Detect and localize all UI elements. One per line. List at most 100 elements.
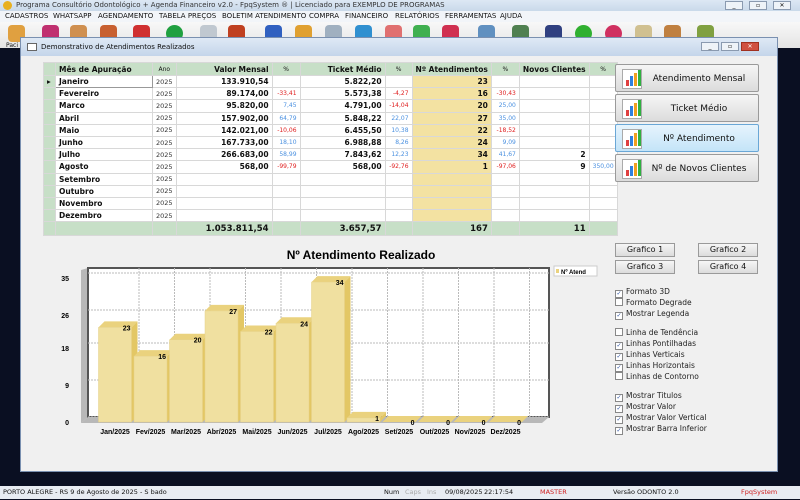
table-row[interactable]: ▸ Janeiro 2025 133.910,54 5.822,20 23 <box>43 74 618 89</box>
checkbox-checked-icon[interactable]: ✓ <box>615 364 623 372</box>
column-header[interactable]: % <box>588 62 618 76</box>
column-header[interactable]: Nº Atendimentos <box>411 62 492 76</box>
total-cell <box>271 221 301 237</box>
option-checkbox[interactable]: Linha de Tendência <box>615 328 698 338</box>
menu-bar: CADASTROS WHATSAPP AGENDAMENTO TABELA PR… <box>0 11 800 22</box>
option-label: Linhas de Contorno <box>626 372 699 381</box>
option-checkbox[interactable]: ✓ Mostrar Valor Vertical <box>615 413 706 424</box>
menu-boletim[interactable]: BOLETIM ATENDIMENTO <box>222 11 306 22</box>
grafico-4-button[interactable]: Grafico 4 <box>698 260 758 274</box>
table-row[interactable]: Julho 2025 266.683,00 58,99 7.843,62 12,23 34 4… <box>43 148 618 162</box>
restore-button[interactable]: ▫ <box>749 1 767 10</box>
chart-left-wall <box>81 268 88 423</box>
option-checkbox[interactable]: ✓ Mostrar Legenda <box>615 309 689 320</box>
minimize-button[interactable]: _ <box>725 1 743 10</box>
menu-ferramentas[interactable]: FERRAMENTAS <box>445 11 496 22</box>
column-header[interactable]: Valor Mensal <box>175 62 273 76</box>
app-icon <box>3 1 12 10</box>
table-cell: Julho <box>55 148 153 162</box>
table-row[interactable]: Outubro 2025 <box>43 184 618 198</box>
table-cell: Outubro <box>55 184 153 198</box>
option-checkbox[interactable]: ✓ Formato 3D <box>615 287 670 298</box>
checkbox-unchecked-icon[interactable] <box>615 372 623 380</box>
table-cell: 64,79 <box>271 111 301 125</box>
menu-compra[interactable]: COMPRA <box>309 11 339 22</box>
x-tick-label: Jul/2025 <box>314 429 342 436</box>
child-close-button[interactable]: ✕ <box>741 42 759 51</box>
table-row[interactable]: Maio 2025 142.021,00 -10,06 6.455,50 10,38 22-… <box>43 123 618 137</box>
checkbox-checked-icon[interactable]: ✓ <box>615 312 623 320</box>
option-checkbox[interactable]: ✓ Linhas Verticais <box>615 350 685 361</box>
column-header[interactable]: % <box>271 62 301 76</box>
child-maximize-button[interactable]: ▫ <box>721 42 739 51</box>
option-checkbox[interactable]: ✓ Mostrar Valor <box>615 402 676 413</box>
bar <box>240 331 274 423</box>
table-row[interactable]: Agosto 2025 568,00 -99,79 568,00 -92,76 1 -97,0… <box>43 160 618 174</box>
checkbox-checked-icon[interactable]: ✓ <box>615 405 623 413</box>
checkbox-checked-icon[interactable]: ✓ <box>615 427 623 435</box>
bar-top <box>347 411 386 418</box>
grafico-1-button[interactable]: Grafico 1 <box>615 243 675 257</box>
grafico-3-button[interactable]: Grafico 3 <box>615 260 675 274</box>
table-row[interactable]: Abril 2025 157.902,00 64,79 5.848,22 22,07 27 3… <box>43 111 618 125</box>
checkbox-checked-icon[interactable]: ✓ <box>615 416 623 424</box>
grafico-2-button[interactable]: Grafico 2 <box>698 243 758 257</box>
checkbox-checked-icon[interactable]: ✓ <box>615 342 623 350</box>
report-window: Demonstrativo de Atendimentos Realizados… <box>20 37 778 472</box>
checkbox-checked-icon[interactable]: ✓ <box>615 290 623 298</box>
column-header[interactable]: Ticket Médio <box>299 62 386 76</box>
table-cell <box>518 196 590 211</box>
table-row[interactable]: Marco 2025 95.820,00 7,45 4.791,00 -14,04 20 25… <box>43 99 618 113</box>
option-checkbox[interactable]: Linhas de Contorno <box>615 372 699 382</box>
option-checkbox[interactable]: Formato Degrade <box>615 298 692 308</box>
x-tick-label: Out/2025 <box>420 429 450 436</box>
checkbox-unchecked-icon[interactable] <box>615 328 623 336</box>
table-cell <box>384 209 413 223</box>
child-minimize-button[interactable]: _ <box>701 42 719 51</box>
bar-value-label: 0 <box>482 420 486 427</box>
menu-relatorios[interactable]: RELATÓRIOS <box>395 11 439 22</box>
column-header[interactable]: % <box>384 62 413 76</box>
table-cell <box>411 172 492 186</box>
table-row[interactable]: Fevereiro 2025 89.174,00 -33,41 5.573,38 -4,2… <box>43 87 618 101</box>
column-header[interactable]: Novos Clientes <box>518 62 590 76</box>
menu-cadastros[interactable]: CADASTROS <box>5 11 48 22</box>
option-checkbox[interactable]: ✓ Mostrar Titulos <box>615 391 682 402</box>
table-row[interactable]: Junho 2025 167.733,00 18,10 6.988,88 8,26 24 9,… <box>43 135 618 150</box>
table-cell: Maio <box>55 123 153 137</box>
checkbox-checked-icon[interactable]: ✓ <box>615 353 623 361</box>
table-cell: 12,23 <box>384 148 413 162</box>
column-header[interactable]: Ano <box>152 62 177 76</box>
atendimento-mensal-button[interactable]: Atendimento Mensal <box>615 64 759 92</box>
x-tick-label: Nov/2025 <box>455 429 486 436</box>
option-checkbox[interactable]: ✓ Linhas Pontilhadas <box>615 339 696 350</box>
menu-ajuda[interactable]: AJUDA <box>500 11 522 22</box>
atendimento-realizado-button[interactable]: Nº Atendimento Realizado <box>615 124 759 172</box>
close-button[interactable]: ✕ <box>773 1 791 10</box>
table-row[interactable]: Dezembro 2025 <box>43 209 618 223</box>
menu-agendamento[interactable]: AGENDAMENTO <box>98 11 153 22</box>
table-cell: -99,79 <box>271 160 301 174</box>
table-cell <box>271 172 301 186</box>
novos-clientes-button[interactable]: Nº de Novos Clientes <box>615 154 759 182</box>
menu-financeiro[interactable]: FINANCEIRO <box>345 11 388 22</box>
ticket-medio-button[interactable]: Ticket Médio <box>615 94 759 122</box>
bar <box>204 310 239 423</box>
table-cell: 133.910,54 <box>175 74 273 89</box>
option-checkbox[interactable]: ✓ Linhas Horizontais <box>615 361 695 372</box>
table-cell: 7,45 <box>271 99 301 113</box>
menu-tabela-precos[interactable]: TABELA PREÇOS <box>159 11 216 22</box>
menu-whatsapp[interactable]: WHATSAPP <box>53 11 92 22</box>
checkbox-checked-icon[interactable]: ✓ <box>615 394 623 402</box>
option-label: Formato 3D <box>626 287 670 296</box>
option-checkbox[interactable]: ✓ Mostrar Barra Inferior <box>615 424 707 435</box>
column-header[interactable]: Mês de Apuração <box>55 62 153 76</box>
table-cell: -30,43 <box>490 87 520 101</box>
table-cell <box>411 196 492 211</box>
column-header[interactable]: % <box>490 62 520 76</box>
table-cell <box>299 209 386 223</box>
table-row[interactable]: Setembro 2025 <box>43 172 618 186</box>
table-cell <box>588 209 618 223</box>
checkbox-unchecked-icon[interactable] <box>615 298 623 306</box>
table-row[interactable]: Novembro 2025 <box>43 196 618 211</box>
